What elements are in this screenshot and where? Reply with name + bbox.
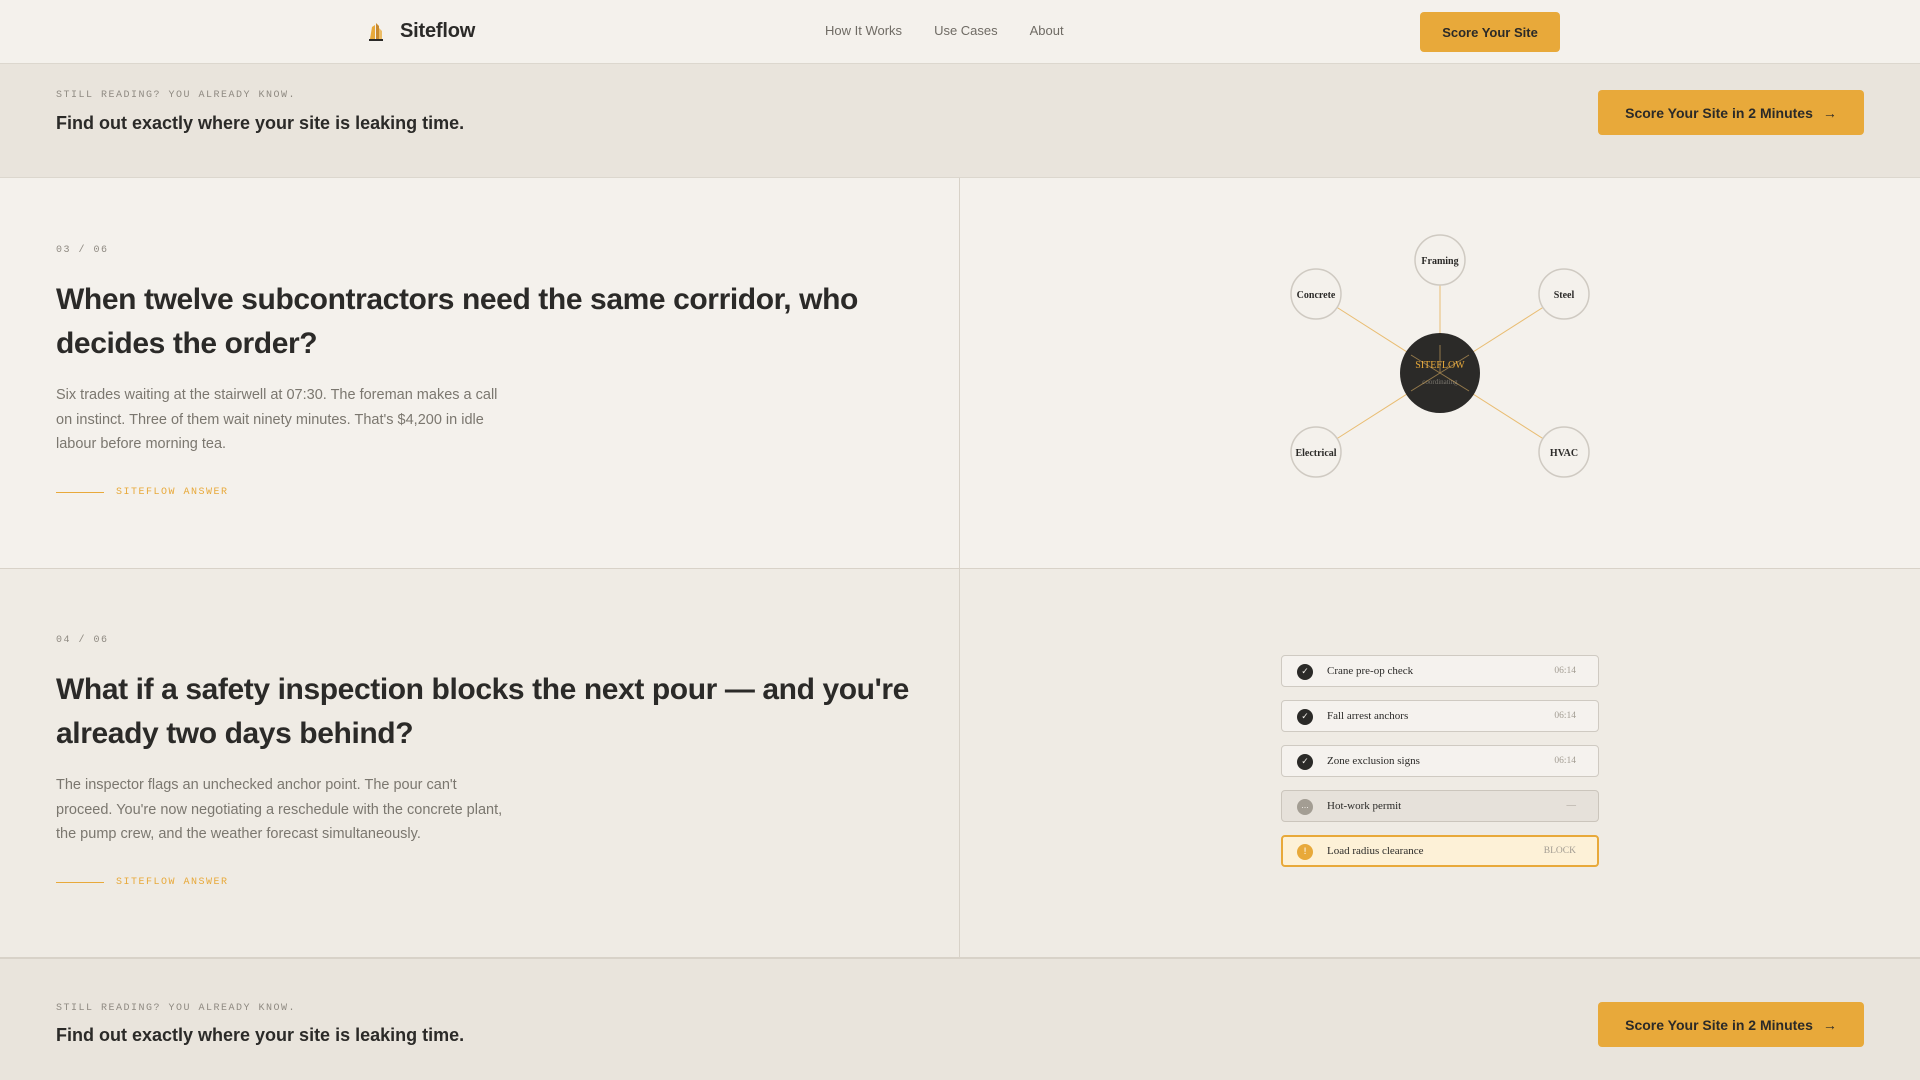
cta-headline: Find out exactly where your site is leak… xyxy=(56,113,465,133)
siteflow-answer-link[interactable]: SITEFLOW ANSWER xyxy=(56,487,229,498)
hub-center-sub: coordinating xyxy=(1422,378,1458,386)
cta-button-label: Score Your Site in 2 Minutes xyxy=(1625,104,1813,121)
section-title: What if a safety inspection blocks the n… xyxy=(56,673,909,750)
checkmark-icon: ✓ xyxy=(1297,709,1313,725)
section-title: When twelve subcontractors need the same… xyxy=(56,283,858,360)
checkmark-icon: ✓ xyxy=(1297,664,1313,680)
checklist-label: Crane pre-op check xyxy=(1327,665,1414,677)
checklist-item-load-radius: ! Load radius clearance BLOCK xyxy=(1281,835,1599,867)
section-corridor-order: 03 / 06 When twelve subcontractors need … xyxy=(0,178,1920,569)
checklist-time: 06:14 xyxy=(1554,666,1576,676)
score-site-2-minutes-button[interactable]: Score Your Site in 2 Minutes → xyxy=(1598,90,1864,135)
checkmark-icon: ✓ xyxy=(1297,754,1313,770)
cta-band-bottom: STILL READING? YOU ALREADY KNOW. Find ou… xyxy=(0,958,1920,1080)
score-site-2-minutes-button[interactable]: Score Your Site in 2 Minutes → xyxy=(1598,1002,1864,1047)
cta-kicker: STILL READING? YOU ALREADY KNOW. xyxy=(56,1003,297,1014)
node-label: Concrete xyxy=(1297,290,1336,301)
arrow-right-icon: → xyxy=(1822,1016,1837,1033)
section-index: 04 / 06 xyxy=(56,635,109,646)
nav-link-how-it-works[interactable]: How It Works xyxy=(825,23,902,38)
coordination-hub-diagram: SITEFLOW coordinating Framing Concrete S… xyxy=(1290,234,1590,478)
section-safety-inspection: 04 / 06 What if a safety inspection bloc… xyxy=(0,569,1920,958)
nav-link-use-cases[interactable]: Use Cases xyxy=(934,23,998,38)
checklist-status: BLOCK xyxy=(1543,846,1576,856)
section-body: Six trades waiting at the stairwell at 0… xyxy=(56,387,498,452)
cta-kicker: STILL READING? YOU ALREADY KNOW. xyxy=(56,90,297,101)
checklist-item-crane-pre-op: ✓ Crane pre-op check 06:14 xyxy=(1281,655,1599,687)
answer-line xyxy=(56,492,104,493)
cta-button-label: Score Your Site in 2 Minutes xyxy=(1625,1016,1813,1033)
checklist-label: Load radius clearance xyxy=(1327,845,1424,857)
hub-node-framing: Framing xyxy=(1414,234,1466,286)
node-label: Steel xyxy=(1554,290,1575,301)
siteflow-answer-link[interactable]: SITEFLOW ANSWER xyxy=(56,877,229,888)
hub-node-hvac: HVAC xyxy=(1538,426,1590,478)
hub-center: SITEFLOW coordinating xyxy=(1400,333,1480,413)
answer-line xyxy=(56,882,104,883)
section-divider xyxy=(959,178,960,568)
checklist-time: 06:14 xyxy=(1554,711,1576,721)
checklist-item-fall-arrest: ✓ Fall arrest anchors 06:14 xyxy=(1281,700,1599,732)
checklist-time: 06:14 xyxy=(1554,756,1576,766)
node-label: Electrical xyxy=(1295,448,1336,459)
checklist-item-hot-work-permit: ... Hot-work permit — xyxy=(1281,790,1599,822)
top-nav: Siteflow How It Works Use Cases About Sc… xyxy=(0,0,1920,64)
cta-headline: Find out exactly where your site is leak… xyxy=(56,1025,465,1045)
hub-node-electrical: Electrical xyxy=(1290,426,1342,478)
hub-node-concrete: Concrete xyxy=(1290,268,1342,320)
section-divider xyxy=(959,569,960,957)
hard-hat-icon xyxy=(369,23,383,41)
hub-node-steel: Steel xyxy=(1538,268,1590,320)
score-your-site-button[interactable]: Score Your Site xyxy=(1420,12,1560,52)
warning-icon: ! xyxy=(1297,844,1313,860)
arrow-right-icon: → xyxy=(1822,104,1837,121)
safety-checklist: ✓ Crane pre-op check 06:14 ✓ Fall arrest… xyxy=(1281,655,1599,880)
answer-label: SITEFLOW ANSWER xyxy=(116,877,229,888)
brand-name: Siteflow xyxy=(400,19,476,42)
node-label: Framing xyxy=(1421,256,1458,267)
brand[interactable]: Siteflow xyxy=(366,19,475,43)
checklist-item-zone-exclusion: ✓ Zone exclusion signs 06:14 xyxy=(1281,745,1599,777)
checklist-label: Hot-work permit xyxy=(1327,800,1402,812)
section-index: 03 / 06 xyxy=(56,245,109,256)
pending-icon: ... xyxy=(1297,799,1313,815)
answer-label: SITEFLOW ANSWER xyxy=(116,487,229,498)
section-body: The inspector flags an unchecked anchor … xyxy=(56,777,503,842)
nav-links: How It Works Use Cases About xyxy=(825,23,1064,38)
cta-band-top: STILL READING? YOU ALREADY KNOW. Find ou… xyxy=(0,64,1920,178)
node-label: HVAC xyxy=(1550,448,1578,459)
checklist-time: — xyxy=(1566,801,1577,811)
nav-link-about[interactable]: About xyxy=(1030,23,1064,38)
checklist-label: Fall arrest anchors xyxy=(1327,710,1409,722)
checklist-label: Zone exclusion signs xyxy=(1327,755,1420,767)
